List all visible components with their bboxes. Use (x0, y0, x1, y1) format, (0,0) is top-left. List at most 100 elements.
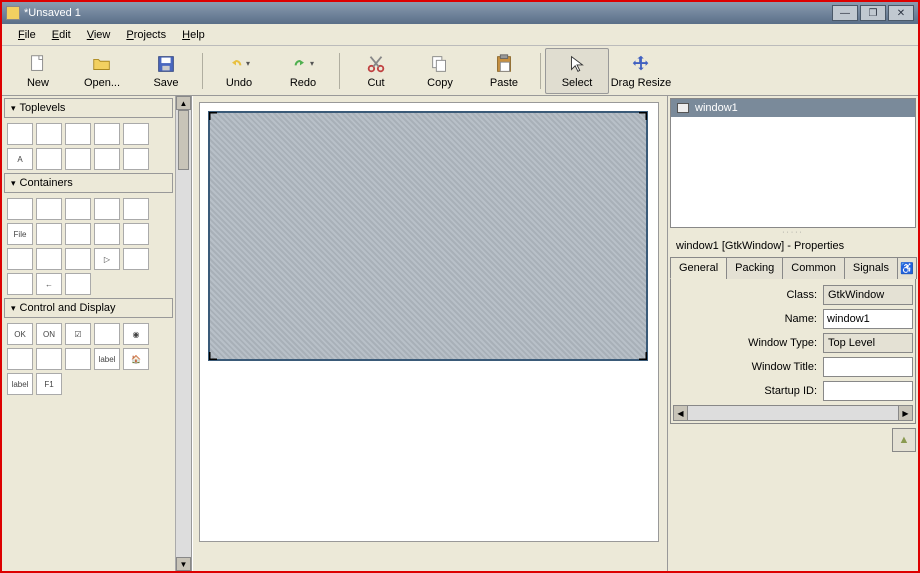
palette-item[interactable]: File (7, 223, 33, 245)
palette-item[interactable]: ◉ (123, 323, 149, 345)
tab-accessibility[interactable]: ♿ (897, 257, 917, 279)
tab-general[interactable]: General (670, 257, 727, 279)
palette-item[interactable] (36, 348, 62, 370)
palette-item[interactable] (36, 223, 62, 245)
broom-icon: ▲ (899, 434, 910, 446)
prop-window-title-input[interactable] (823, 357, 913, 377)
resize-handle-tl[interactable] (209, 112, 221, 124)
palette-item[interactable] (7, 273, 33, 295)
palette-item[interactable] (94, 123, 120, 145)
menu-view[interactable]: View (79, 26, 119, 44)
widget-tree[interactable]: window1 (670, 98, 916, 228)
scroll-down-icon[interactable]: ▼ (176, 557, 191, 571)
palette-item[interactable]: F1 (36, 373, 62, 395)
palette-item[interactable] (36, 198, 62, 220)
palette-item[interactable]: label (7, 373, 33, 395)
undo-button[interactable]: ▾Undo (207, 48, 271, 94)
minimize-button[interactable]: — (832, 5, 858, 21)
palette-item[interactable] (65, 148, 91, 170)
paste-button[interactable]: Paste (472, 48, 536, 94)
palette-item[interactable]: 🏠 (123, 348, 149, 370)
pane-grip[interactable]: ····· (670, 228, 916, 236)
cursor-icon (566, 53, 588, 75)
prop-window-type-value[interactable]: Top Level (823, 333, 913, 353)
select-button[interactable]: Select (545, 48, 609, 94)
properties-hscrollbar[interactable]: ◀▶ (673, 405, 913, 421)
titlebar: *Unsaved 1 — ❐ ✕ (2, 2, 918, 24)
palette-item[interactable] (36, 248, 62, 270)
properties-title: window1 [GtkWindow] - Properties (670, 236, 916, 256)
palette-item[interactable] (94, 223, 120, 245)
copy-button[interactable]: Copy (408, 48, 472, 94)
menu-file[interactable]: File (10, 26, 44, 44)
save-button[interactable]: Save (134, 48, 198, 94)
palette-item[interactable] (94, 323, 120, 345)
palette-item[interactable] (123, 248, 149, 270)
tab-signals[interactable]: Signals (844, 257, 898, 279)
palette-scrollbar[interactable]: ▲ ▼ (175, 96, 191, 571)
prop-class-value[interactable]: GtkWindow (823, 285, 913, 305)
scroll-up-icon[interactable]: ▲ (176, 96, 191, 110)
tab-packing[interactable]: Packing (726, 257, 783, 279)
close-button[interactable]: ✕ (888, 5, 914, 21)
menu-edit[interactable]: Edit (44, 26, 79, 44)
scroll-left-icon[interactable]: ◀ (674, 406, 688, 420)
palette-item[interactable] (65, 198, 91, 220)
palette-item[interactable]: OK (7, 323, 33, 345)
palette-item[interactable]: ▷ (94, 248, 120, 270)
clear-button[interactable]: ▲ (892, 428, 916, 452)
palette-item[interactable] (123, 123, 149, 145)
toolbar: New Open... Save ▾Undo ▾Redo Cut Copy Pa… (2, 46, 918, 96)
design-canvas[interactable] (192, 96, 668, 571)
palette-item[interactable]: ☑ (65, 323, 91, 345)
menu-projects[interactable]: Projects (118, 26, 174, 44)
palette-item[interactable]: ON (36, 323, 62, 345)
palette-item[interactable]: A (7, 148, 33, 170)
open-button[interactable]: Open... (70, 48, 134, 94)
tree-item-window1[interactable]: window1 (671, 99, 915, 117)
cut-button[interactable]: Cut (344, 48, 408, 94)
scrollbar-thumb[interactable] (178, 110, 189, 170)
new-button[interactable]: New (6, 48, 70, 94)
redo-button[interactable]: ▾Redo (271, 48, 335, 94)
palette-item[interactable] (36, 123, 62, 145)
resize-handle-tr[interactable] (635, 112, 647, 124)
palette-item[interactable] (65, 223, 91, 245)
palette-item[interactable] (123, 223, 149, 245)
palette-item[interactable]: ← (36, 273, 62, 295)
prop-label-startup-id: Startup ID: (673, 385, 823, 397)
scroll-right-icon[interactable]: ▶ (898, 406, 912, 420)
window-icon (677, 103, 689, 113)
palette-item[interactable]: label (94, 348, 120, 370)
folder-open-icon (91, 53, 113, 75)
palette-item[interactable] (94, 198, 120, 220)
palette-item[interactable] (7, 198, 33, 220)
drag-resize-button[interactable]: Drag Resize (609, 48, 673, 94)
design-window[interactable] (208, 111, 648, 361)
prop-startup-id-input[interactable] (823, 381, 913, 401)
resize-handle-bl[interactable] (209, 348, 221, 360)
palette-item[interactable] (65, 248, 91, 270)
properties-tabs: General Packing Common Signals ♿ (670, 256, 916, 279)
prop-name-input[interactable] (823, 309, 913, 329)
palette-item[interactable] (7, 348, 33, 370)
palette-item[interactable] (7, 123, 33, 145)
toolbar-separator (540, 53, 541, 89)
palette-item[interactable] (65, 348, 91, 370)
palette-section-toplevels[interactable]: Toplevels (4, 98, 173, 118)
palette-item[interactable] (65, 273, 91, 295)
palette-item[interactable] (123, 148, 149, 170)
palette-item[interactable] (94, 148, 120, 170)
palette-item[interactable] (36, 148, 62, 170)
tab-common[interactable]: Common (782, 257, 845, 279)
prop-label-name: Name: (673, 313, 823, 325)
menu-help[interactable]: Help (174, 26, 213, 44)
palette-section-containers[interactable]: Containers (4, 173, 173, 193)
palette-section-control-display[interactable]: Control and Display (4, 298, 173, 318)
resize-handle-br[interactable] (635, 348, 647, 360)
palette-item[interactable] (7, 248, 33, 270)
palette-item[interactable] (123, 198, 149, 220)
maximize-button[interactable]: ❐ (860, 5, 886, 21)
palette-item[interactable] (65, 123, 91, 145)
toolbar-separator (339, 53, 340, 89)
